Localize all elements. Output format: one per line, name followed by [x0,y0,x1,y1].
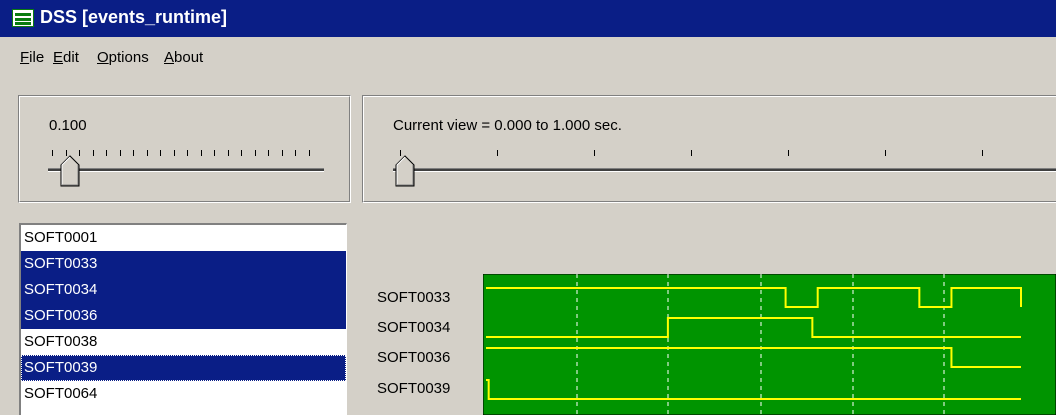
menu-options[interactable]: Options [97,49,149,66]
slider-tick [214,150,215,156]
trace-label-soft0036: SOFT0036 [377,349,451,366]
signal-list-item[interactable]: SOFT0033 [21,251,346,277]
slider-tick [281,150,283,156]
window-title: DSS [events_runtime] [40,7,228,27]
slider-tick [241,150,242,156]
slider-tick [982,150,983,156]
slider-tick [187,150,188,156]
slider-tick [160,150,161,156]
slider-tick [594,150,595,156]
slider-tick [106,150,107,156]
trace-label-soft0034: SOFT0034 [377,319,451,336]
slider-tick [268,150,269,156]
slider-tick [200,150,202,156]
signal-list-item[interactable]: SOFT0001 [21,225,346,251]
title-bar[interactable]: DSS [events_runtime] [0,0,1056,37]
slider-tick [788,150,789,156]
slider-tick [691,150,692,156]
signal-list-item[interactable]: SOFT0039 [21,355,346,381]
slider-tick [308,150,310,156]
timing-diagram[interactable] [483,274,1056,415]
slider-tick [227,150,229,156]
slider-tick [146,150,148,156]
trace-label-soft0033: SOFT0033 [377,289,451,306]
slider-tick [497,150,498,156]
menu-edit[interactable]: Edit [53,49,79,66]
scale-value-label: 0.100 [49,117,87,134]
trace-label-soft0039: SOFT0039 [377,380,451,397]
menu-about[interactable]: About [164,49,203,66]
view-slider-track[interactable] [393,168,1056,172]
app-icon[interactable] [12,9,34,27]
signal-list-item[interactable]: SOFT0064 [21,381,346,407]
scale-slider-thumb[interactable] [60,155,80,187]
slider-tick [119,150,121,156]
signal-list-item[interactable]: SOFT0036 [21,303,346,329]
current-view-label: Current view = 0.000 to 1.000 sec. [393,117,622,134]
menu-file[interactable]: File [20,49,44,66]
plot-background [483,274,1056,415]
signal-list-item[interactable]: SOFT0038 [21,329,346,355]
view-slider-group [362,95,1056,203]
slider-tick [254,150,256,156]
slider-tick [173,150,175,156]
menu-bar: File Edit Options About [0,44,1056,74]
signal-list-item[interactable]: SOFT0034 [21,277,346,303]
slider-tick [92,150,94,156]
slider-tick [52,150,53,156]
slider-tick [295,150,296,156]
slider-tick [885,150,886,156]
slider-tick [133,150,134,156]
scale-slider-track[interactable] [48,168,324,172]
signal-listbox[interactable]: SOFT0001 SOFT0033 SOFT0034 SOFT0036 SOFT… [19,223,347,415]
view-slider-thumb[interactable] [395,155,415,187]
